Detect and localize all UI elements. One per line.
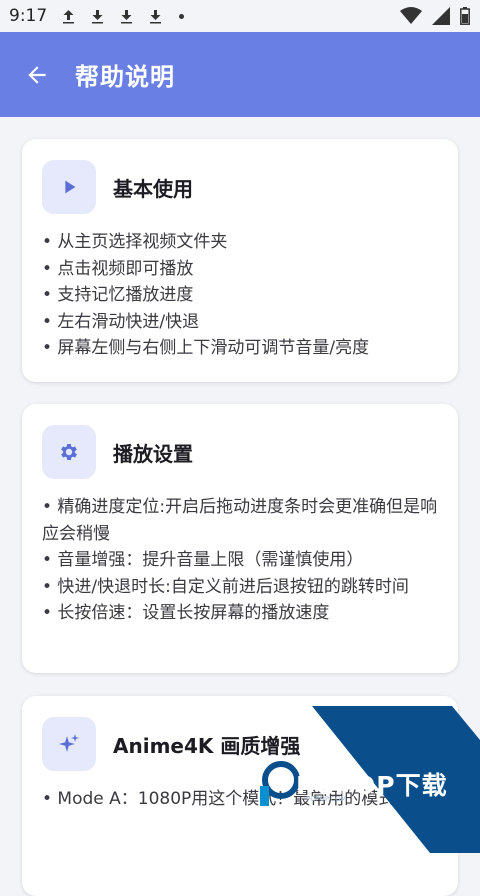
list-item: • Mode A：1080P用这个模式！最常用的模式！: [42, 789, 413, 809]
list-item: • 从主页选择视频文件夹: [42, 232, 228, 252]
card-item-list: • Mode A：1080P用这个模式！最常用的模式！: [42, 786, 442, 813]
sparkle-icon: [59, 734, 79, 752]
play-icon: [65, 180, 76, 194]
list-item: • 左右滑动快进/快退: [42, 311, 200, 332]
card-header: Anime4K 画质增强: [42, 717, 300, 771]
battery-icon: [460, 7, 470, 25]
gear-icon: [61, 444, 77, 460]
card-header: 基本使用: [42, 160, 193, 214]
download-icon: [92, 10, 104, 24]
card-icon-box: [42, 717, 96, 771]
card-item-list: • 从主页选择视频文件夹 • 点击视频即可播放 • 支持记忆播放进度 • 左右滑…: [42, 229, 442, 362]
list-item: • 长按倍速：设置长按屏幕的播放速度: [42, 603, 330, 624]
card-playback-settings: 播放设置 • 精确进度定位:开启后拖动进度条时会更准确但是响应会稍慢 • 音量增…: [22, 404, 458, 673]
list-item: • 快进/快退时长:自定义前进后退按钮的跳转时间: [42, 576, 409, 597]
list-item: • 精确进度定位:开启后拖动进度条时会更准确但是响应会稍慢: [42, 497, 438, 544]
signal-icon: [432, 7, 450, 25]
status-time: 9:17: [9, 6, 48, 26]
back-arrow-icon[interactable]: [24, 62, 50, 88]
card-anime4k: Anime4K 画质增强 • Mode A：1080P用这个模式！最常用的模式！: [22, 696, 458, 896]
card-title: 基本使用: [113, 176, 193, 201]
status-bar: 9:17: [0, 0, 480, 32]
list-item: • 音量增强：提升音量上限（需谨慎使用）: [42, 550, 364, 571]
card-title: 播放设置: [113, 441, 193, 466]
card-basic-usage: 基本使用 • 从主页选择视频文件夹 • 点击视频即可播放 • 支持记忆播放进度 …: [22, 139, 458, 382]
list-item: • 点击视频即可播放: [42, 258, 194, 279]
download-icon: [150, 10, 162, 24]
download-icon: [121, 10, 133, 24]
app-bar: 帮助说明: [0, 32, 480, 117]
card-icon-box: [42, 160, 96, 214]
dot-icon: [179, 13, 185, 19]
card-header: 播放设置: [42, 425, 193, 479]
upload-icon: [63, 10, 75, 24]
page-title: 帮助说明: [75, 63, 175, 91]
list-item: • 屏幕左侧与右侧上下滑动可调节音量/亮度: [42, 338, 370, 359]
card-icon-box: [42, 425, 96, 479]
card-item-list: • 精确进度定位:开启后拖动进度条时会更准确但是响应会稍慢 • 音量增强：提升音…: [42, 494, 442, 627]
card-title: Anime4K 画质增强: [113, 733, 301, 758]
list-item: • 支持记忆播放进度: [42, 285, 194, 306]
wifi-icon: [400, 7, 422, 24]
